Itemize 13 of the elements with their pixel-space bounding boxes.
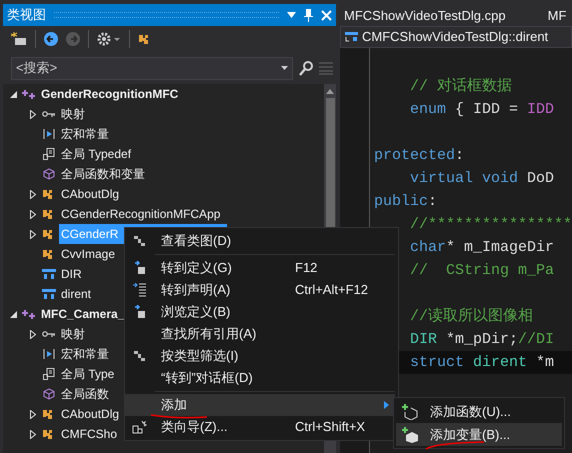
code-line: struct dirent *m: [409, 353, 554, 373]
code-line: protected:: [374, 146, 464, 166]
code-line: //****************: [409, 215, 572, 235]
code-line: //读取所以图像相: [409, 306, 534, 327]
code-line: // CString m_Pa: [409, 261, 554, 281]
code-line: char* m_ImageDir: [409, 238, 554, 258]
navigation-text: CMFCShowVideoTestDlg::dirent: [362, 28, 548, 46]
code-line: // 对话框数据: [409, 76, 512, 97]
code-line: public:: [374, 192, 438, 212]
code-line: DIR *m_pDir;//DI: [409, 330, 554, 350]
code-line: enum { IDD = IDD: [409, 100, 554, 120]
code-line: virtual void DoD: [409, 169, 554, 189]
panel-title: 类视图: [7, 6, 46, 24]
